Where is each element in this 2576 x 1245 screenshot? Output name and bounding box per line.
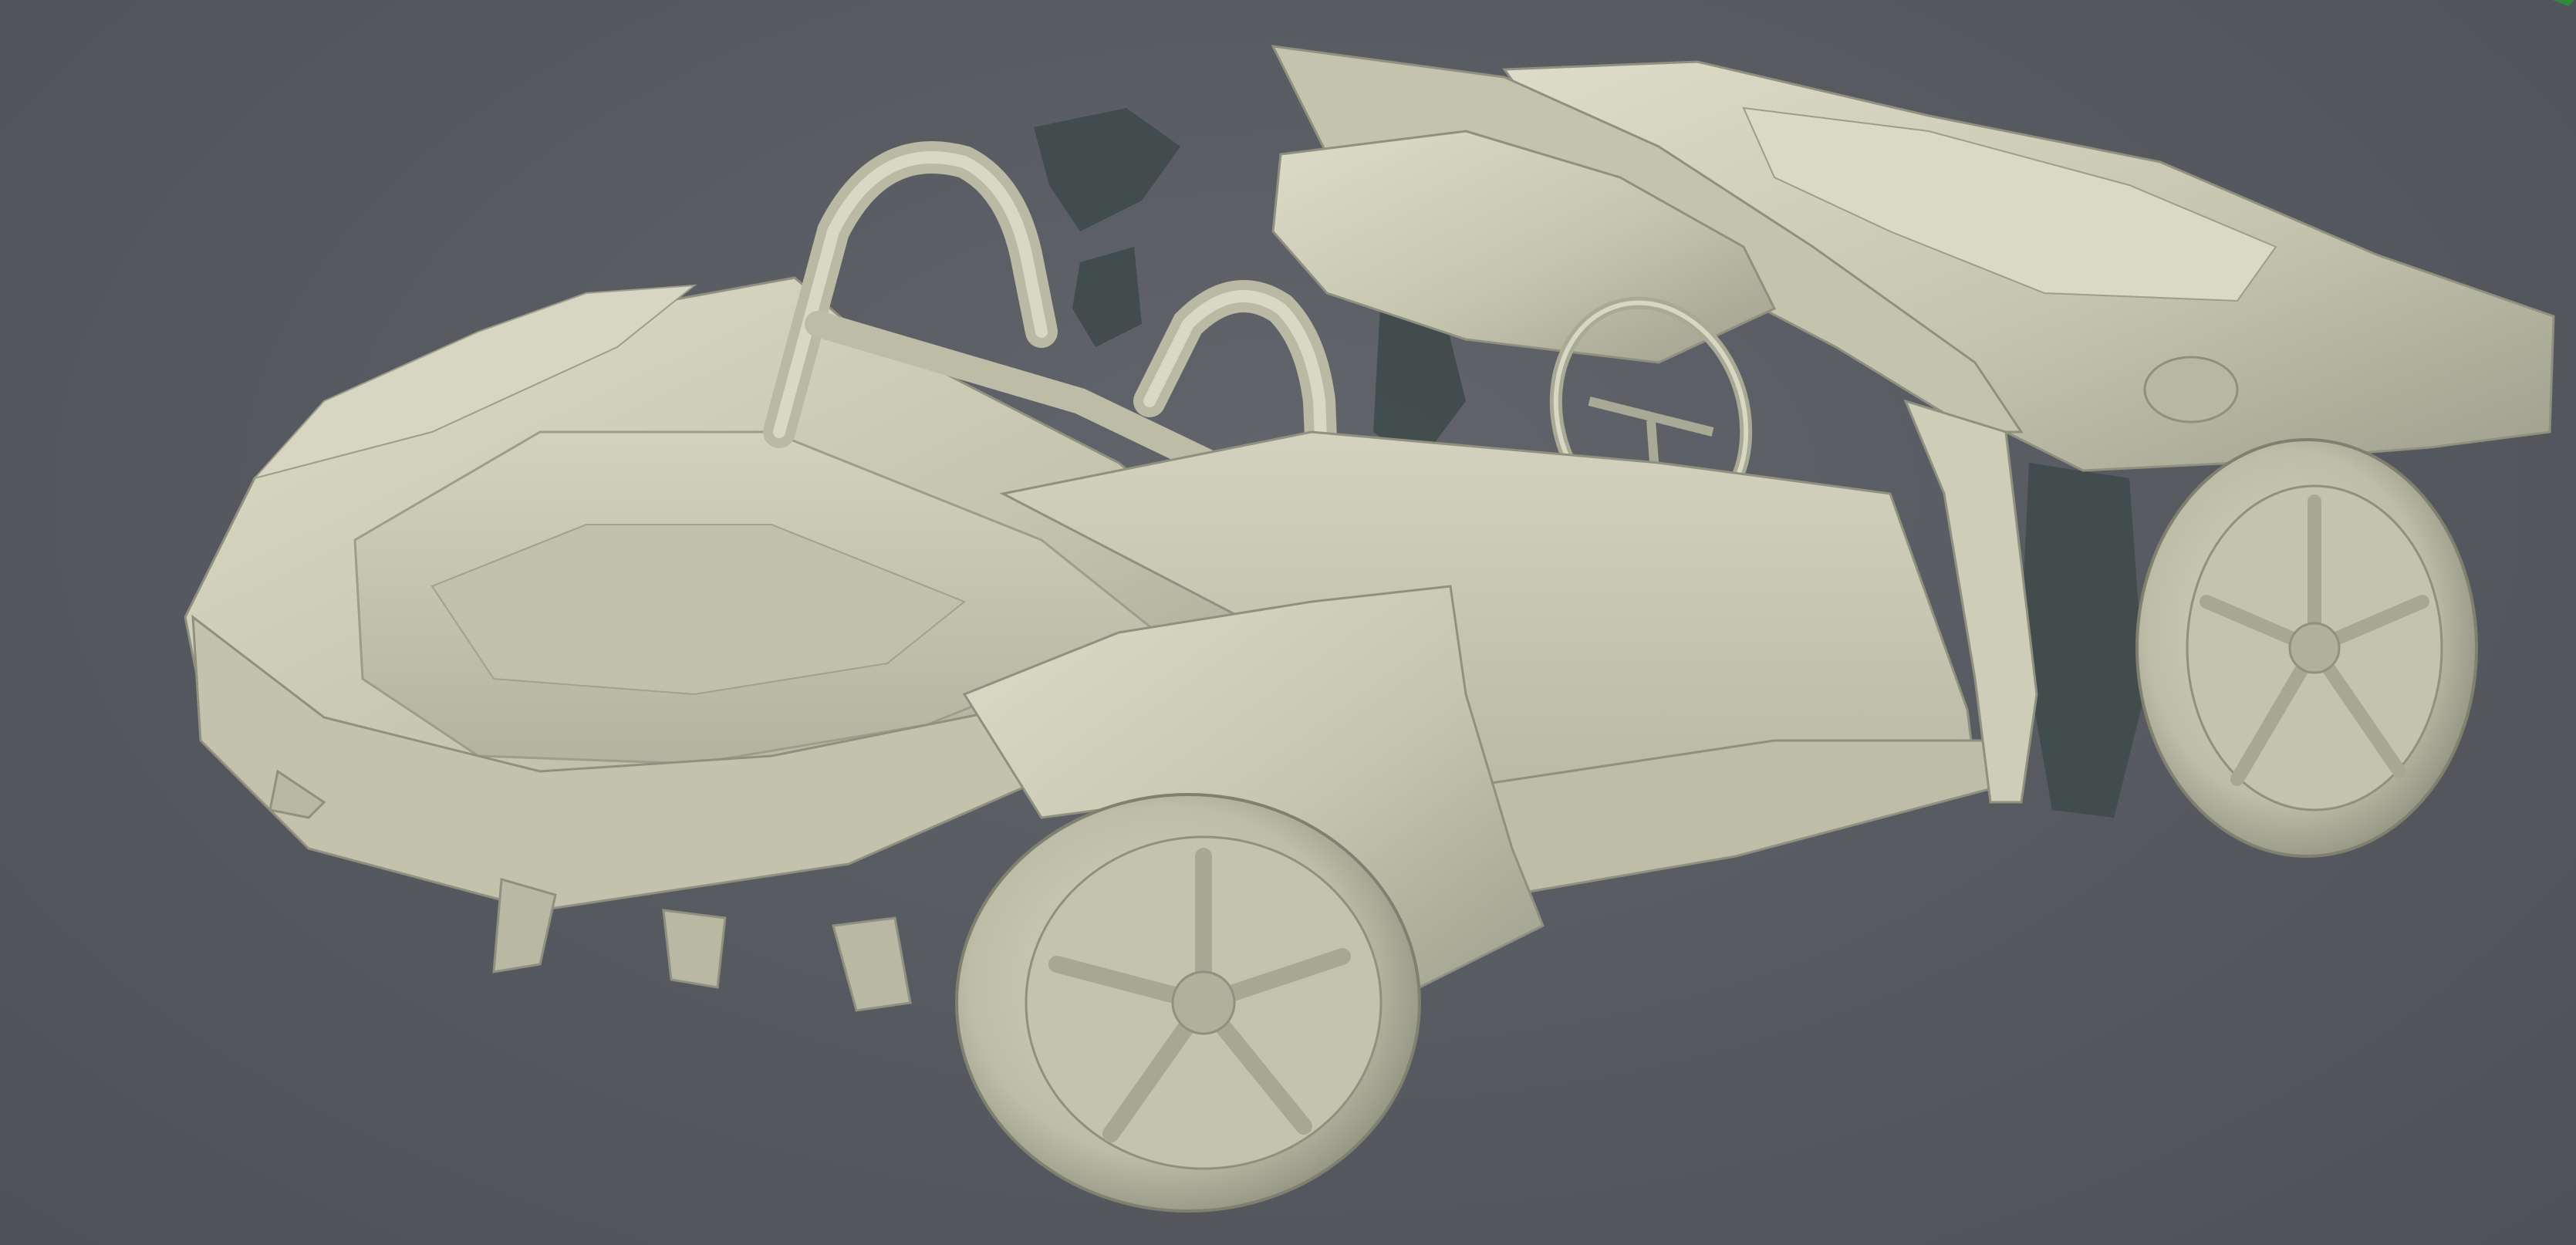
rear-wheel (955, 793, 1421, 1213)
axis-indicator-icon (2553, 0, 2574, 6)
3d-viewport[interactable] (0, 0, 2576, 1245)
scanned-car-model[interactable] (0, 0, 2576, 1245)
front-wheel (2135, 438, 2478, 858)
